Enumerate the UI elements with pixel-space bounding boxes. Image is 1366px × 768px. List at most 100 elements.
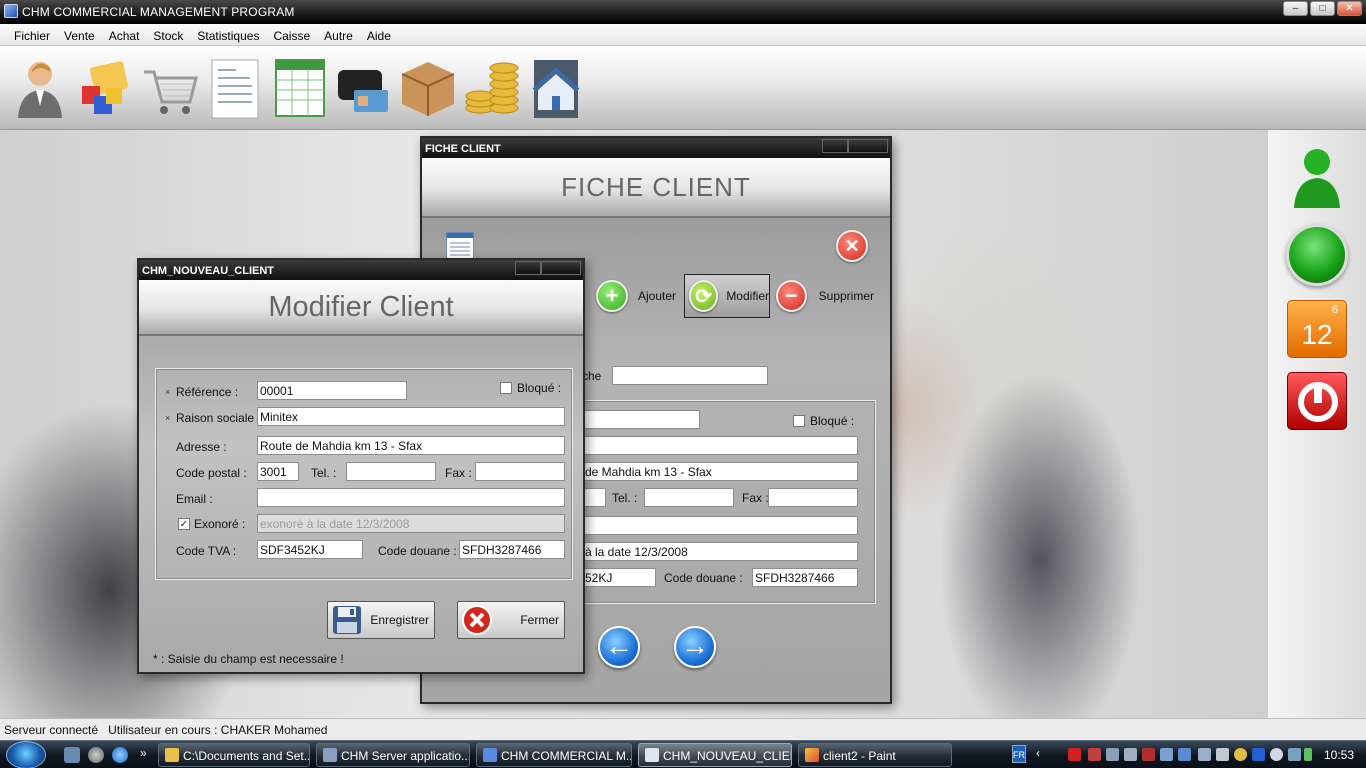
nouveau-client-window: CHM_NOUVEAU_CLIENT Modifier Client × Réf… xyxy=(137,258,585,674)
fiche-douane-field[interactable]: SFDH3287466 xyxy=(752,568,858,587)
tel-input[interactable] xyxy=(346,462,436,481)
modifier-label: Modifier xyxy=(726,289,769,303)
shield-icon[interactable] xyxy=(1088,748,1101,761)
ajouter-button[interactable]: + Ajouter xyxy=(596,274,680,318)
modifier-button[interactable]: ⟳ Modifier xyxy=(684,274,770,318)
sync-icon[interactable] xyxy=(1160,748,1173,761)
code-tva-label: Code TVA : xyxy=(176,544,237,558)
code-tva-input[interactable]: SDF3452KJ xyxy=(257,540,363,559)
fiche-tva-field[interactable]: 52KJ xyxy=(582,568,656,587)
email-input[interactable] xyxy=(257,488,565,507)
adresse-input[interactable]: Route de Mahdia km 13 - Sfax xyxy=(257,436,565,455)
fiche-exonore-field[interactable]: à la date 12/3/2008 xyxy=(582,542,858,561)
maximize-button[interactable]: □ xyxy=(1310,1,1335,16)
tray-expand-icon[interactable]: ‹ xyxy=(1036,746,1040,760)
fiche-cp-field[interactable] xyxy=(582,488,606,507)
home-icon[interactable] xyxy=(528,56,588,120)
clock[interactable]: 10:53 xyxy=(1324,748,1354,762)
calendar-icon[interactable]: 6 12 xyxy=(1287,300,1347,358)
menu-statistiques[interactable]: Statistiques xyxy=(190,24,266,45)
user-status-icon[interactable] xyxy=(1290,142,1344,210)
network-status-icon[interactable] xyxy=(1288,748,1301,761)
app-window-icon xyxy=(483,748,497,762)
products-icon[interactable] xyxy=(74,56,134,120)
taskbar-item-chm-commercial[interactable]: CHM COMMERCIAL M... xyxy=(476,743,632,767)
start-button[interactable] xyxy=(6,741,46,768)
fiche-close-icon[interactable]: ✕ xyxy=(836,230,868,262)
menu-fichier[interactable]: Fichier xyxy=(0,24,57,45)
supprimer-button[interactable]: − Supprimer xyxy=(776,274,874,318)
fiche-adresse-field[interactable]: de Mahdia km 13 - Sfax xyxy=(582,462,858,481)
app-icon xyxy=(4,4,18,18)
power-off-icon[interactable] xyxy=(1287,372,1347,430)
fiche-reference-field[interactable] xyxy=(582,410,700,429)
spreadsheet-icon[interactable] xyxy=(270,56,330,120)
fiche-close-button[interactable] xyxy=(848,139,888,153)
taskbar-item-chm-server[interactable]: CHM Server applicatio... xyxy=(316,743,470,767)
disconnect-icon[interactable] xyxy=(1142,748,1155,761)
network-icon[interactable] xyxy=(88,747,104,763)
internet-explorer-icon[interactable] xyxy=(112,747,128,763)
display-icon[interactable] xyxy=(1178,748,1191,761)
taskbar-item-explorer[interactable]: C:\Documents and Set... xyxy=(158,743,310,767)
previous-arrow-icon[interactable]: ← xyxy=(598,626,640,668)
battery-icon[interactable] xyxy=(1304,748,1312,761)
fax-input[interactable] xyxy=(475,462,565,481)
fermer-button[interactable]: Fermer xyxy=(457,601,565,639)
fiche-fax-field[interactable] xyxy=(768,488,858,507)
next-arrow-icon[interactable]: → xyxy=(674,626,716,668)
code-douane-input[interactable]: SFDH3287466 xyxy=(459,540,565,559)
invoice-icon[interactable] xyxy=(206,56,266,120)
bloque-label: Bloqué : xyxy=(517,381,562,395)
fiche-tel-label: Tel. : xyxy=(612,491,638,505)
taskbar-item-nouveau-client[interactable]: CHM_NOUVEAU_CLIENT xyxy=(638,743,792,767)
fiche-minimize-button[interactable] xyxy=(822,139,848,153)
wallet-icon[interactable] xyxy=(334,56,394,120)
remote-icon[interactable] xyxy=(1124,748,1137,761)
nouveau-close-button[interactable] xyxy=(541,261,581,275)
antivirus-icon[interactable] xyxy=(1068,748,1081,761)
list-icon[interactable] xyxy=(446,232,474,260)
menu-caisse[interactable]: Caisse xyxy=(266,24,317,45)
exonore-input[interactable]: exonoré à la date 12/3/2008 xyxy=(257,514,565,533)
fiche-raison-field[interactable] xyxy=(582,436,858,455)
main-titlebar: CHM COMMERCIAL MANAGEMENT PROGRAM – □ ✕ xyxy=(0,0,1366,24)
menu-autre[interactable]: Autre xyxy=(317,24,360,45)
fiche-tel-field[interactable] xyxy=(644,488,734,507)
raison-sociale-input[interactable]: Minitex xyxy=(257,407,565,426)
coins-icon[interactable] xyxy=(462,56,522,120)
fiche-email-field[interactable] xyxy=(582,516,858,535)
menu-achat[interactable]: Achat xyxy=(102,24,147,45)
reference-input[interactable]: 00001 xyxy=(257,381,407,400)
more-quicklaunch-icon[interactable]: » xyxy=(140,746,147,760)
box-icon[interactable] xyxy=(398,56,458,120)
fiche-bloque-checkbox[interactable] xyxy=(793,415,805,427)
nouveau-minimize-button[interactable] xyxy=(515,261,541,275)
chat-icon[interactable] xyxy=(1270,748,1283,761)
eject-icon[interactable] xyxy=(1216,748,1229,761)
language-indicator[interactable]: FR xyxy=(1012,745,1026,763)
folder-icon xyxy=(165,748,179,762)
minimize-button[interactable]: – xyxy=(1283,1,1308,16)
messenger-icon[interactable] xyxy=(1234,748,1247,761)
connection-status-icon[interactable] xyxy=(1286,224,1348,286)
bluetooth-icon[interactable] xyxy=(1252,748,1265,761)
enregistrer-button[interactable]: Enregistrer xyxy=(327,601,435,639)
cart-icon[interactable] xyxy=(140,56,200,120)
exonore-checkbox[interactable]: ✓ xyxy=(178,518,190,530)
raison-sociale-label: Raison sociale : xyxy=(176,411,261,425)
show-desktop-icon[interactable] xyxy=(64,747,80,763)
code-postal-input[interactable]: 3001 xyxy=(257,462,299,481)
fiche-search-input[interactable] xyxy=(612,366,768,385)
menu-aide[interactable]: Aide xyxy=(360,24,398,45)
user-icon[interactable] xyxy=(10,56,70,120)
close-button[interactable]: ✕ xyxy=(1337,1,1362,16)
ship-icon[interactable] xyxy=(1198,748,1211,761)
taskbar-item-paint[interactable]: client2 - Paint xyxy=(798,743,952,767)
menu-stock[interactable]: Stock xyxy=(146,24,190,45)
enregistrer-label: Enregistrer xyxy=(370,613,429,627)
app-window-icon xyxy=(323,748,337,762)
menu-vente[interactable]: Vente xyxy=(57,24,102,45)
network-monitor-icon[interactable] xyxy=(1106,748,1119,761)
bloque-checkbox[interactable] xyxy=(500,382,512,394)
